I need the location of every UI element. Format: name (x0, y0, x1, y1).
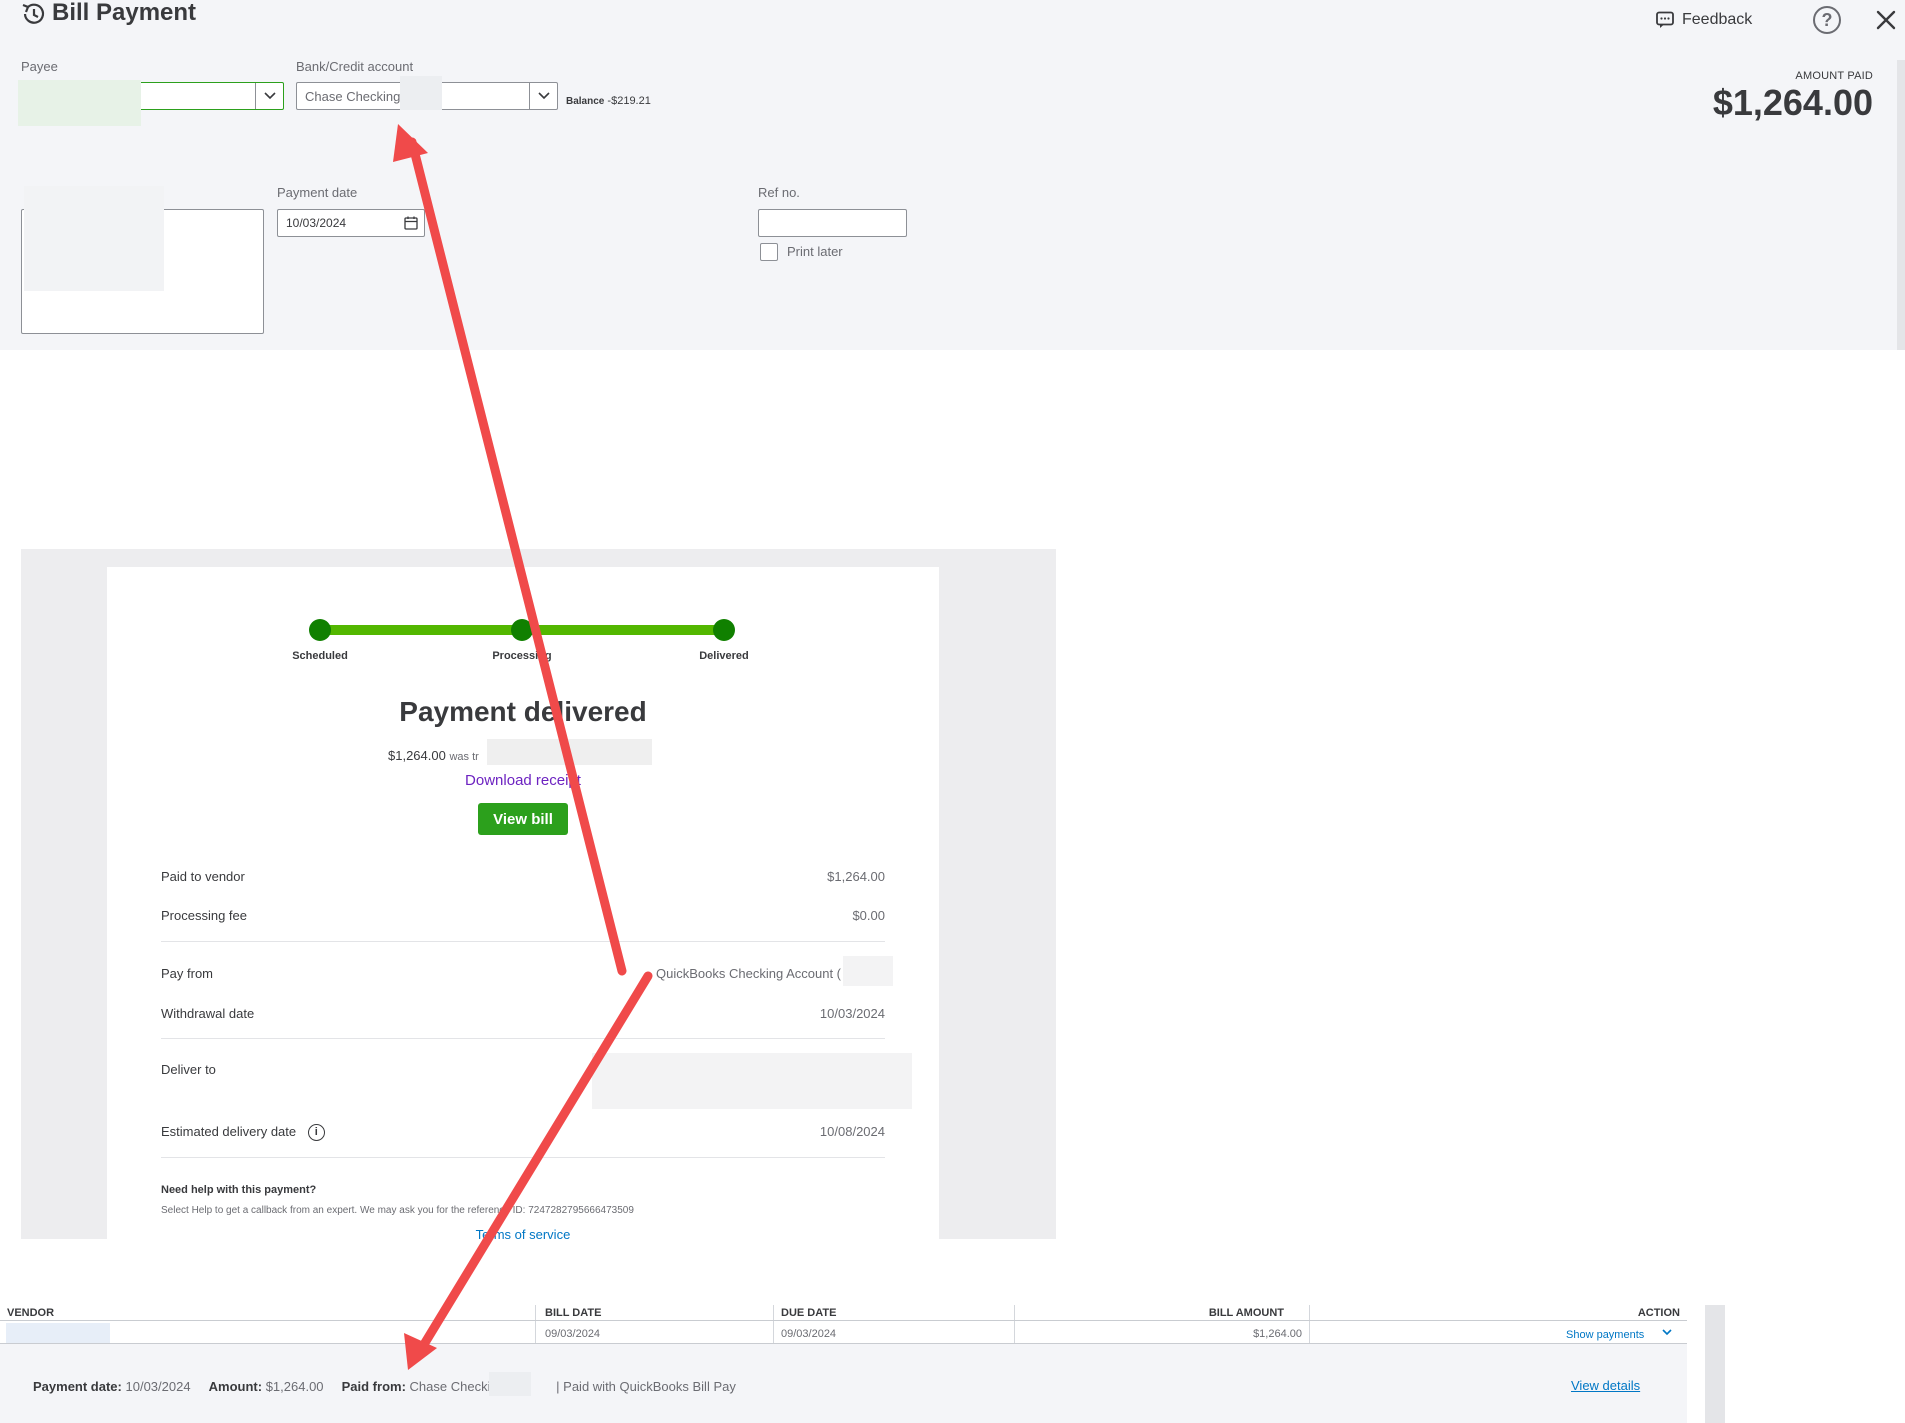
column-header-vendor: VENDOR (7, 1307, 55, 1319)
column-divider (1309, 1305, 1310, 1345)
help-text: Select Help to get a callback from an ex… (161, 1205, 634, 1216)
bank-balance: Balance -$219.21 (566, 95, 651, 107)
redacted-status-detail (487, 739, 652, 765)
column-divider (773, 1305, 774, 1345)
ref-no-input[interactable] (758, 209, 907, 237)
balance-value: -$219.21 (607, 95, 651, 107)
processing-fee-label: Processing fee (161, 908, 247, 923)
payment-status-text: was tr (449, 751, 479, 763)
page-title: Bill Payment (52, 0, 197, 26)
scrollbar[interactable] (1897, 60, 1905, 350)
column-header-action: ACTION (1637, 1307, 1680, 1319)
pay-from-value: QuickBooks Checking Account ( (656, 966, 841, 981)
step-dot-processing (511, 619, 533, 641)
paid-to-vendor-value: $1,264.00 (827, 869, 885, 884)
payment-date-value: 10/03/2024 (286, 216, 347, 230)
payment-date-label: Payment date (277, 185, 358, 200)
payment-status-subtitle: $1,264.00 was tr (388, 748, 479, 763)
terms-of-service-link[interactable]: Terms of service (107, 1227, 939, 1239)
chevron-down-icon[interactable] (529, 83, 557, 109)
step-label-scheduled: Scheduled (292, 650, 348, 662)
column-divider (1014, 1305, 1015, 1345)
feedback-button[interactable]: Feedback (1656, 8, 1752, 32)
close-icon[interactable] (1872, 6, 1900, 34)
step-label-delivered: Delivered (699, 650, 749, 662)
payment-receipt-card: Scheduled Processing Delivered Payment d… (107, 567, 939, 1239)
estimated-delivery-text: Estimated delivery date (161, 1124, 297, 1139)
calendar-icon[interactable] (404, 216, 418, 230)
pay-from-label: Pay from (161, 966, 214, 981)
withdrawal-date-label: Withdrawal date (161, 1006, 255, 1021)
payment-summary-text: Payment date: 10/03/2024 Amount: $1,264.… (33, 1379, 736, 1394)
payment-status-amount: $1,264.00 (388, 748, 446, 763)
step-dot-scheduled (309, 619, 331, 641)
estimated-delivery-label: Estimated delivery date i (161, 1124, 325, 1142)
payment-date-input[interactable]: 10/03/2024 (277, 209, 425, 237)
feedback-icon (1656, 11, 1674, 28)
redacted-mailing-address (24, 186, 164, 291)
payee-label: Payee (21, 59, 58, 74)
view-details-link[interactable]: View details (1571, 1378, 1640, 1393)
feedback-label: Feedback (1682, 11, 1753, 28)
divider (161, 1157, 885, 1158)
redacted-vendor-name (6, 1323, 110, 1343)
bank-account-value: Chase Checking (305, 88, 401, 104)
column-header-due-date: DUE DATE (781, 1307, 837, 1319)
balance-label: Balance (566, 96, 605, 107)
print-later-checkbox[interactable] (760, 243, 778, 261)
redacted-account-number (400, 76, 442, 110)
deliver-to-label: Deliver to (161, 1062, 216, 1077)
footer-payment-date-label: Payment date: (33, 1379, 122, 1394)
scrollbar[interactable] (1705, 1305, 1725, 1423)
help-title: Need help with this payment? (161, 1184, 317, 1196)
chevron-down-icon[interactable] (1661, 1326, 1673, 1338)
show-payments-link[interactable]: Show payments (1566, 1329, 1644, 1341)
redacted-account-suffix (843, 956, 893, 986)
redacted-account-number (489, 1372, 531, 1396)
payment-status-title: Payment delivered (399, 696, 647, 727)
divider (161, 1038, 885, 1039)
withdrawal-date-value: 10/03/2024 (819, 1006, 885, 1021)
table-header-divider (0, 1320, 1687, 1321)
ref-no-label: Ref no. (758, 185, 800, 200)
bank-account-label: Bank/Credit account (296, 59, 414, 74)
due-date-cell: 09/03/2024 (781, 1328, 837, 1340)
estimated-delivery-value: 10/08/2024 (819, 1124, 885, 1139)
bill-date-cell: 09/03/2024 (545, 1328, 601, 1340)
footer-paid-from-label: Paid from: (341, 1379, 406, 1394)
paid-to-vendor-label: Paid to vendor (161, 869, 245, 884)
bill-payment-header-panel (0, 0, 1905, 350)
chevron-down-icon[interactable] (255, 83, 283, 109)
amount-paid-label: AMOUNT PAID (1795, 70, 1873, 82)
redacted-delivery-address (592, 1053, 912, 1109)
info-icon[interactable]: i (307, 1124, 325, 1142)
step-label-processing: Processing (492, 650, 552, 662)
history-icon[interactable] (18, 0, 48, 28)
redacted-payee (18, 80, 141, 126)
footer-amount-label: Amount: (208, 1379, 263, 1394)
column-header-bill-date: BILL DATE (545, 1307, 602, 1319)
divider (161, 941, 885, 942)
view-bill-button[interactable]: View bill (478, 803, 568, 835)
bill-amount-cell: $1,264.00 (1253, 1328, 1302, 1340)
processing-fee-value: $0.00 (852, 908, 885, 923)
amount-paid-value: $1,264.00 (1712, 82, 1873, 123)
print-later-label: Print later (787, 244, 843, 259)
footer-paid-with: | Paid with QuickBooks Bill Pay (556, 1379, 736, 1394)
column-header-bill-amount: BILL AMOUNT (1208, 1307, 1284, 1319)
step-dot-delivered (713, 619, 735, 641)
footer-payment-date-value: 10/03/2024 (125, 1379, 191, 1394)
footer-amount-value: $1,264.00 (265, 1379, 324, 1394)
download-receipt-link[interactable]: Download receipt (107, 772, 939, 789)
column-divider (535, 1305, 536, 1345)
help-icon[interactable]: ? (1813, 6, 1841, 34)
